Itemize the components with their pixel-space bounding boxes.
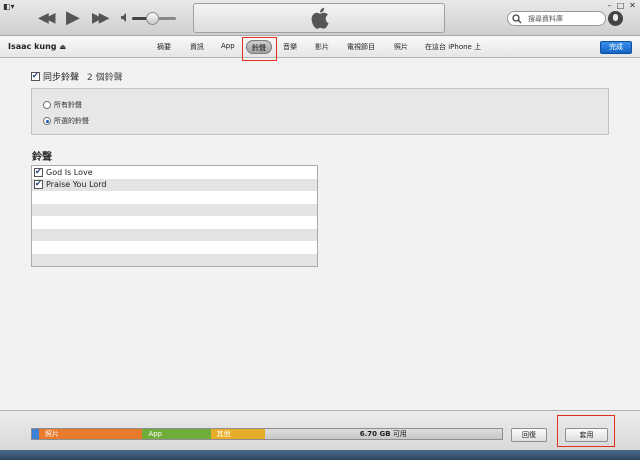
capacity-label-apps: App: [148, 430, 163, 438]
capacity-segment-music: [32, 429, 40, 439]
play-icon[interactable]: ▶: [66, 9, 80, 27]
status-display: [193, 3, 445, 33]
ringtones-section-title: 鈴聲: [32, 152, 52, 163]
free-space-unit: 可用: [392, 430, 407, 438]
tab-movies[interactable]: 影片: [315, 42, 329, 52]
device-tab-bar: Isaac kung ⏏ 摘要 資訊 App 鈴聲 音樂 影片 電視節目 照片 在…: [0, 36, 640, 58]
download-activity-icon[interactable]: [608, 11, 623, 26]
player-toolbar: ◧▾ ◀◀ ▶ ▶▶ – □ ✕: [0, 0, 640, 36]
ringtone-checkbox[interactable]: [34, 179, 43, 190]
capacity-segment-other: 其他: [210, 429, 265, 439]
apple-logo-icon: [311, 7, 329, 29]
sync-ringtones-label: 同步鈴聲: [43, 73, 80, 83]
capacity-bar: 照片 App 其他 6.70 GB 可用: [31, 428, 503, 440]
window-menu-icon[interactable]: ◧▾: [3, 2, 21, 12]
tab-music[interactable]: 音樂: [283, 42, 297, 52]
tab-summary[interactable]: 摘要: [157, 42, 171, 52]
ringtone-name: Praise You Lord: [46, 180, 107, 190]
tab-info[interactable]: 資訊: [190, 42, 204, 52]
tab-on-this-iphone[interactable]: 在這台 iPhone 上: [425, 42, 481, 52]
windows-taskbar: [0, 450, 640, 460]
free-space-text: 6.70 GB 可用: [265, 429, 502, 439]
ringtone-name: God Is Love: [46, 167, 93, 177]
empty-row: [32, 203, 317, 216]
free-space-value: 6.70 GB: [359, 430, 391, 438]
next-track-icon[interactable]: ▶▶: [92, 11, 109, 25]
tab-tv-shows[interactable]: 電視節目: [347, 42, 375, 52]
option-all-ringtones[interactable]: 所有鈴聲: [43, 100, 82, 110]
empty-row: [32, 241, 317, 254]
sync-options-panel: 所有鈴聲 所選的鈴聲: [31, 88, 609, 135]
library-search[interactable]: [507, 11, 606, 26]
ringtone-list: God Is Love Praise You Lord: [31, 165, 318, 267]
volume-knob[interactable]: [145, 12, 159, 25]
search-icon: [512, 14, 522, 24]
all-ringtones-label: 所有鈴聲: [54, 101, 82, 109]
maximize-icon[interactable]: □: [616, 1, 625, 10]
search-input[interactable]: [528, 13, 600, 24]
capacity-segment-photos: 照片: [39, 429, 143, 439]
selected-ringtones-radio[interactable]: [43, 117, 51, 125]
tab-apps[interactable]: App: [221, 42, 235, 50]
sync-ringtones-checkbox[interactable]: [31, 71, 40, 81]
capacity-label-other: 其他: [216, 430, 231, 438]
eject-icon[interactable]: ⏏: [60, 43, 67, 51]
tab-photos[interactable]: 照片: [394, 42, 408, 52]
capacity-segment-free: 6.70 GB 可用: [264, 429, 502, 439]
minimize-icon[interactable]: –: [605, 1, 614, 10]
ringtone-count: 2 個鈴聲: [87, 73, 123, 83]
list-item[interactable]: Praise You Lord: [32, 178, 317, 191]
option-selected-ringtones[interactable]: 所選的鈴聲: [43, 116, 89, 126]
capacity-segment-apps: App: [142, 429, 211, 439]
volume-low-icon: [121, 13, 126, 22]
window-controls: – □ ✕: [604, 1, 640, 11]
empty-row: [32, 253, 317, 266]
empty-row: [32, 216, 317, 229]
previous-track-icon[interactable]: ◀◀: [38, 11, 55, 25]
device-name[interactable]: Isaac kung ⏏: [8, 42, 66, 51]
selected-ringtones-label: 所選的鈴聲: [54, 117, 89, 125]
device-name-label: Isaac kung: [8, 42, 57, 51]
revert-button[interactable]: 回復: [511, 428, 547, 442]
empty-row: [32, 191, 317, 204]
sync-ringtones-row: 同步鈴聲 2 個鈴聲: [31, 70, 123, 83]
list-item[interactable]: God Is Love: [32, 166, 317, 179]
apply-highlight-box: [557, 415, 615, 447]
done-button[interactable]: 完成: [600, 41, 632, 54]
all-ringtones-radio[interactable]: [43, 101, 51, 109]
tab-highlight-box: [242, 37, 277, 61]
empty-row: [32, 228, 317, 241]
close-icon[interactable]: ✕: [628, 1, 637, 10]
capacity-label-photos: 照片: [45, 430, 60, 438]
bottom-bar: 照片 App 其他 6.70 GB 可用 回復 套用: [0, 410, 640, 450]
ringtone-checkbox[interactable]: [34, 167, 43, 177]
